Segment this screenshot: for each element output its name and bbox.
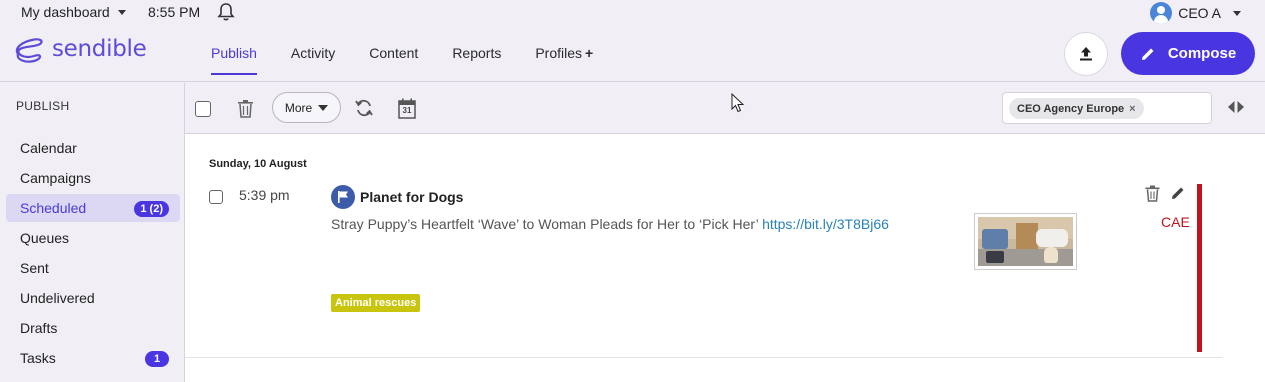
date-group-header: Sunday, 10 August — [209, 158, 307, 170]
sidebar-item-calendar[interactable]: Calendar — [6, 134, 180, 162]
nav-publish[interactable]: Publish — [211, 45, 257, 75]
sidebar-item-campaigns[interactable]: Campaigns — [6, 164, 180, 192]
select-all-checkbox[interactable] — [195, 101, 211, 117]
dashboard-selector[interactable]: My dashboard — [21, 4, 126, 20]
profile-chip-label: CEO Agency Europe — [1017, 102, 1125, 115]
image-white-bag — [1036, 229, 1068, 247]
sidebar-item-tasks[interactable]: Tasks 1 — [6, 344, 180, 372]
sidebar-item-undelivered[interactable]: Undelivered — [6, 284, 180, 312]
sidebar-item-label: Queues — [20, 230, 70, 246]
compose-button[interactable]: Compose — [1121, 32, 1255, 75]
trash-icon[interactable] — [237, 99, 254, 118]
toolbar: More 31 CEO Agency Europe × — [185, 83, 1265, 134]
facebook-page-flag-icon — [331, 185, 355, 209]
post-checkbox[interactable] — [209, 190, 223, 204]
chevron-down-icon — [117, 9, 126, 15]
tasks-count-badge: 1 — [145, 351, 169, 367]
chevron-down-icon — [1233, 10, 1241, 16]
chevron-down-icon — [318, 104, 329, 111]
avatar — [1150, 2, 1173, 24]
mouse-cursor-icon — [731, 93, 745, 113]
clock-time: 8:55 PM — [148, 4, 201, 20]
sidebar-heading: PUBLISH — [16, 99, 70, 113]
sendible-logo[interactable]: sendible — [12, 34, 147, 64]
chip-remove-icon[interactable]: × — [1129, 103, 1135, 115]
post-tag[interactable]: Animal rescues — [331, 294, 421, 312]
refresh-icon[interactable] — [354, 98, 374, 118]
logo-text: sendible — [52, 36, 147, 62]
sidebar: PUBLISH Calendar Campaigns Scheduled 1 (… — [0, 83, 185, 382]
trash-icon[interactable] — [1145, 185, 1160, 202]
profile-filter-input[interactable]: CEO Agency Europe × — [1002, 92, 1212, 124]
post-image — [978, 217, 1073, 266]
post-profile-name: Planet for Dogs — [360, 189, 464, 205]
sidebar-item-label: Scheduled — [20, 200, 87, 216]
upload-button[interactable] — [1064, 32, 1108, 76]
sidebar-item-label: Drafts — [20, 320, 58, 336]
image-puppy — [1044, 247, 1058, 263]
sidebar-item-label: Tasks — [20, 350, 56, 366]
plus-icon: + — [585, 45, 594, 61]
main-nav: Publish Activity Content Reports Profile… — [211, 45, 627, 75]
post-actions — [1145, 185, 1186, 202]
image-box — [1016, 223, 1038, 249]
nav-content[interactable]: Content — [369, 45, 418, 75]
sidebar-item-label: Sent — [20, 260, 49, 276]
post-link[interactable]: https://bit.ly/3T8Bj66 — [762, 216, 889, 232]
post-message: Stray Puppy’s Heartfelt ‘Wave’ to Woman … — [331, 216, 889, 232]
profile-chip: CEO Agency Europe × — [1009, 98, 1144, 119]
scheduled-count-badge: 1 (2) — [134, 201, 169, 217]
calendar-day: 31 — [402, 106, 412, 115]
row-divider — [185, 357, 1223, 358]
post-owner-initials: CAE — [1161, 214, 1190, 230]
edit-pencil-icon[interactable] — [1170, 185, 1186, 201]
nav-reports[interactable]: Reports — [452, 45, 501, 75]
sidebar-item-scheduled[interactable]: Scheduled 1 (2) — [6, 194, 180, 222]
sidebar-item-label: Undelivered — [20, 290, 95, 306]
post-message-text: Stray Puppy’s Heartfelt ‘Wave’ to Woman … — [331, 216, 759, 232]
user-name: CEO A — [1178, 5, 1221, 21]
sidebar-item-drafts[interactable]: Drafts — [6, 314, 180, 342]
post-image-thumbnail[interactable] — [974, 213, 1077, 270]
sendible-logo-icon — [15, 38, 43, 63]
flag-icon — [338, 191, 348, 203]
image-person-feet — [986, 251, 1004, 263]
more-label: More — [284, 100, 313, 115]
panel-toggle-icon[interactable] — [1227, 100, 1245, 114]
post-status-bar — [1197, 184, 1202, 352]
image-blue-tarp — [982, 229, 1008, 249]
more-dropdown[interactable]: More — [272, 92, 341, 123]
nav-profiles[interactable]: Profiles + — [535, 45, 593, 75]
sidebar-item-label: Campaigns — [20, 170, 91, 186]
sidebar-item-queues[interactable]: Queues — [6, 224, 180, 252]
sidebar-item-label: Calendar — [20, 140, 77, 156]
sidebar-item-sent[interactable]: Sent — [6, 254, 180, 282]
pencil-icon — [1141, 48, 1154, 60]
calendar-icon[interactable]: 31 — [398, 98, 416, 119]
bell-icon[interactable] — [216, 2, 236, 22]
compose-label: Compose — [1167, 45, 1237, 62]
scheduled-list: Sunday, 10 August 5:39 pm Planet for Dog… — [185, 134, 1265, 382]
top-bar: My dashboard 8:55 PM CEO A sendible Publ… — [0, 0, 1265, 82]
upload-icon — [1080, 47, 1092, 61]
user-menu[interactable]: CEO A — [1150, 2, 1241, 24]
nav-activity[interactable]: Activity — [291, 45, 335, 75]
dashboard-label: My dashboard — [21, 4, 110, 20]
nav-profiles-label: Profiles — [535, 45, 583, 61]
post-time: 5:39 pm — [239, 187, 290, 203]
